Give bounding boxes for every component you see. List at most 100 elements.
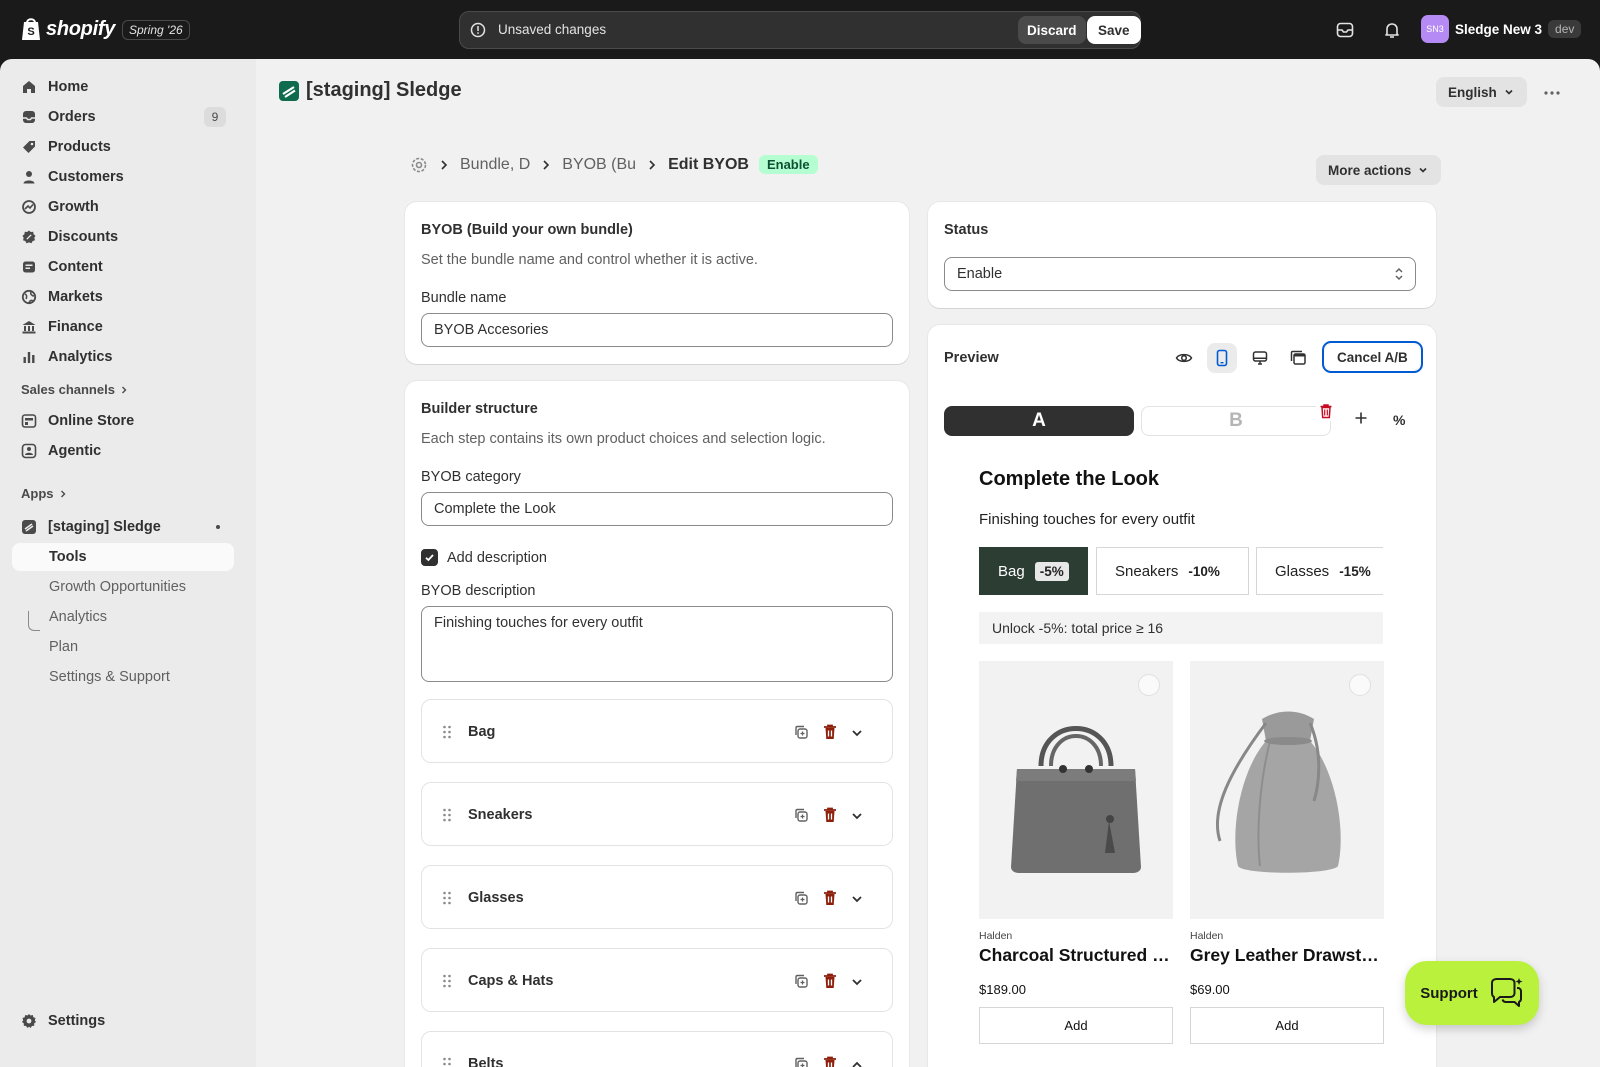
support-button[interactable]: Support (1405, 961, 1539, 1025)
trash-icon[interactable] (822, 723, 838, 741)
duplicate-icon[interactable] (793, 1056, 809, 1067)
widget-tab-sneakers[interactable]: Sneakers -10% (1096, 547, 1249, 595)
step-row[interactable]: Bag (421, 699, 893, 763)
status-select[interactable]: Enable (944, 257, 1416, 291)
product-vendor: Halden (1190, 930, 1224, 942)
discard-button[interactable]: Discard (1018, 16, 1086, 44)
trash-icon[interactable] (822, 1055, 838, 1067)
product-title[interactable]: Grey Leather Drawstring Bag (1190, 945, 1384, 966)
chevron-right-icon (121, 386, 127, 393)
sidebar-item-discounts[interactable]: Discounts (12, 223, 234, 251)
plus-icon[interactable] (1354, 411, 1368, 425)
drag-handle-icon[interactable] (442, 1057, 452, 1067)
save-button[interactable]: Save (1087, 16, 1141, 44)
sidebar-subitem-tools[interactable]: Tools (12, 543, 234, 571)
sidebar-subitem-plan[interactable]: Plan (12, 633, 234, 661)
more-actions-button[interactable]: More actions (1316, 155, 1442, 185)
duplicate-icon[interactable] (793, 807, 809, 823)
select-arrows-icon (1395, 267, 1403, 281)
sidebar-item-finance[interactable]: Finance (12, 313, 234, 341)
delete-variant-button[interactable] (1315, 400, 1337, 422)
cancel-ab-button[interactable]: Cancel A/B (1322, 341, 1423, 373)
step-row[interactable]: Belts (421, 1031, 893, 1067)
chevron-up-icon[interactable] (850, 1058, 864, 1067)
sidebar-item-customers[interactable]: Customers (12, 163, 234, 191)
drag-handle-icon[interactable] (442, 891, 452, 905)
bell-icon[interactable] (1382, 20, 1402, 40)
language-selector[interactable]: English (1436, 77, 1527, 107)
card-title: BYOB (Build your own bundle) (421, 222, 633, 238)
app-title: [staging] Sledge (278, 79, 462, 102)
breadcrumb-item[interactable]: BYOB (Bu (562, 156, 636, 174)
sidebar-item-label: Analytics (48, 349, 113, 365)
byob-description-textarea[interactable]: Finishing touches for every outfit (421, 606, 893, 682)
duplicate-icon[interactable] (793, 973, 809, 989)
store-switcher[interactable]: SN3 Sledge New 3 dev (1421, 15, 1582, 43)
duplicate-icon[interactable] (793, 724, 809, 740)
sidebar-item-orders[interactable]: Orders 9 (12, 103, 234, 131)
bundle-name-input[interactable] (421, 313, 893, 347)
preview-desktop-button[interactable] (1245, 343, 1275, 373)
product-image[interactable] (1190, 661, 1384, 919)
apps-heading[interactable]: Apps (21, 486, 68, 501)
variant-b-tab[interactable]: B (1141, 406, 1331, 436)
sidebar-item-products[interactable]: Products (12, 133, 234, 161)
product-select-radio[interactable] (1349, 674, 1371, 696)
trash-icon[interactable] (822, 889, 838, 907)
add-product-button[interactable]: Add (979, 1007, 1173, 1044)
sidebar-item-settings[interactable]: Settings (12, 1007, 234, 1035)
trash-icon[interactable] (822, 806, 838, 824)
variant-a-tab[interactable]: A (944, 406, 1134, 436)
preview-mobile-button[interactable] (1207, 343, 1237, 373)
sidebar-subitem-growth-opportunities[interactable]: Growth Opportunities (12, 573, 234, 601)
preview-windows-button[interactable] (1283, 343, 1313, 373)
step-row[interactable]: Glasses (421, 865, 893, 929)
sidebar-subitem-settings-support[interactable]: Settings & Support (12, 663, 234, 691)
add-product-button[interactable]: Add (1190, 1007, 1384, 1044)
duplicate-icon[interactable] (793, 890, 809, 906)
chevron-down-icon[interactable] (850, 726, 864, 740)
chevron-right-icon (60, 490, 65, 497)
sidebar-item-label: Growth (48, 199, 99, 215)
add-description-checkbox-row[interactable]: Add description (421, 549, 547, 566)
widget-tab-glasses[interactable]: Glasses -15% (1256, 547, 1383, 595)
step-row[interactable]: Caps & Hats (421, 948, 893, 1012)
byob-category-label: BYOB category (421, 469, 521, 485)
byob-card: BYOB (Build your own bundle) Set the bun… (405, 202, 909, 364)
preview-eye-button[interactable] (1169, 343, 1199, 373)
chevron-down-icon[interactable] (850, 809, 864, 823)
drag-handle-icon[interactable] (442, 725, 452, 739)
sidebar-item-content[interactable]: Content (12, 253, 234, 281)
product-select-radio[interactable] (1138, 674, 1160, 696)
sidebar-item-markets[interactable]: Markets (12, 283, 234, 311)
sidebar-item-sledge-app[interactable]: [staging] Sledge (12, 513, 234, 541)
sidebar-subitem-analytics[interactable]: Analytics (12, 603, 234, 631)
sidebar-item-label: Agentic (48, 443, 102, 459)
sidebar-item-agentic[interactable]: Agentic (12, 437, 234, 465)
chevron-down-icon[interactable] (850, 892, 864, 906)
breadcrumb-item[interactable]: Bundle, D (460, 156, 530, 174)
product-title[interactable]: Charcoal Structured Tote (979, 945, 1173, 966)
sidebar-item-analytics[interactable]: Analytics (12, 343, 234, 371)
settings-gear-icon[interactable] (410, 156, 428, 174)
byob-category-input[interactable] (421, 492, 893, 526)
trash-icon[interactable] (822, 972, 838, 990)
sales-channels-heading[interactable]: Sales channels (21, 382, 129, 397)
sidebar-item-home[interactable]: Home (12, 73, 234, 101)
widget-tab-bag[interactable]: Bag -5% (979, 547, 1088, 595)
step-row[interactable]: Sneakers (421, 782, 893, 846)
drag-handle-icon[interactable] (442, 974, 452, 988)
chevron-down-icon[interactable] (850, 975, 864, 989)
inbox-icon[interactable] (1335, 20, 1355, 40)
product-image[interactable] (979, 661, 1173, 919)
shopify-logo[interactable]: S shopify (20, 16, 115, 42)
edition-badge[interactable]: Spring '26 (122, 20, 190, 40)
tag-icon (23, 141, 35, 153)
more-horizontal-icon[interactable] (1542, 83, 1562, 103)
percent-button[interactable]: % (1393, 412, 1405, 428)
drag-handle-icon[interactable] (442, 808, 452, 822)
top-bar: S shopify Spring '26 Unsaved changes Dis… (0, 0, 1600, 59)
sidebar-item-growth[interactable]: Growth (12, 193, 234, 221)
add-description-checkbox[interactable] (421, 549, 438, 566)
sidebar-item-online-store[interactable]: Online Store (12, 407, 234, 435)
